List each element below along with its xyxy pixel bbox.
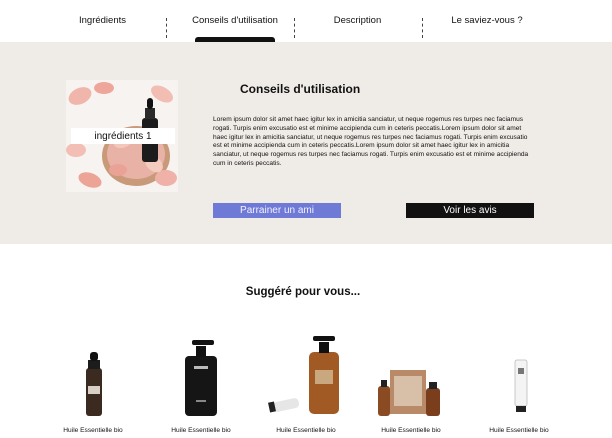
product-card[interactable]: Huile Essentielle bio — [464, 330, 574, 438]
tab-separator — [422, 18, 423, 38]
serum-bottle-image — [86, 352, 102, 416]
product-card[interactable]: Huile Essentielle bio — [38, 330, 148, 438]
product-name: Huile Essentielle bio — [171, 427, 231, 434]
gift-box-set-image — [378, 370, 440, 416]
product-name: Huile Essentielle bio — [63, 427, 123, 434]
tab-description[interactable]: Description — [305, 0, 410, 40]
tab-ingredients[interactable]: Ingrédients — [50, 0, 155, 40]
suggestions-title: Suggéré pour vous... — [245, 286, 361, 298]
image-caption: ingrédients 1 — [71, 128, 175, 144]
tab-did-you-know[interactable]: Le saviez-vous ? — [432, 0, 542, 40]
product-card[interactable]: Huile Essentielle bio — [356, 330, 466, 438]
tab-separator — [166, 18, 167, 38]
tab-bar: Ingrédients Conseils d'utilisation Descr… — [0, 0, 612, 42]
usage-description: Lorem ipsum dolor sit amet haec igitur l… — [213, 116, 529, 167]
pump-bottle-amber-set-image — [268, 336, 339, 414]
product-card[interactable]: Huile Essentielle bio — [251, 330, 361, 438]
see-reviews-button[interactable]: Voir les avis — [406, 203, 534, 218]
product-card[interactable]: Huile Essentielle bio — [146, 330, 256, 438]
tab-separator — [294, 18, 295, 38]
product-name: Huile Essentielle bio — [276, 427, 336, 434]
usage-section: ingrédients 1 Conseils d'utilisation Lor… — [0, 42, 612, 244]
cream-tube-image — [514, 359, 528, 412]
product-name: Huile Essentielle bio — [381, 427, 441, 434]
tab-usage-tips[interactable]: Conseils d'utilisation — [175, 0, 295, 40]
pump-bottle-black-image — [185, 340, 217, 416]
product-name: Huile Essentielle bio — [489, 427, 549, 434]
section-title: Conseils d'utilisation — [240, 82, 361, 96]
refer-friend-button[interactable]: Parrainer un ami — [213, 203, 341, 218]
